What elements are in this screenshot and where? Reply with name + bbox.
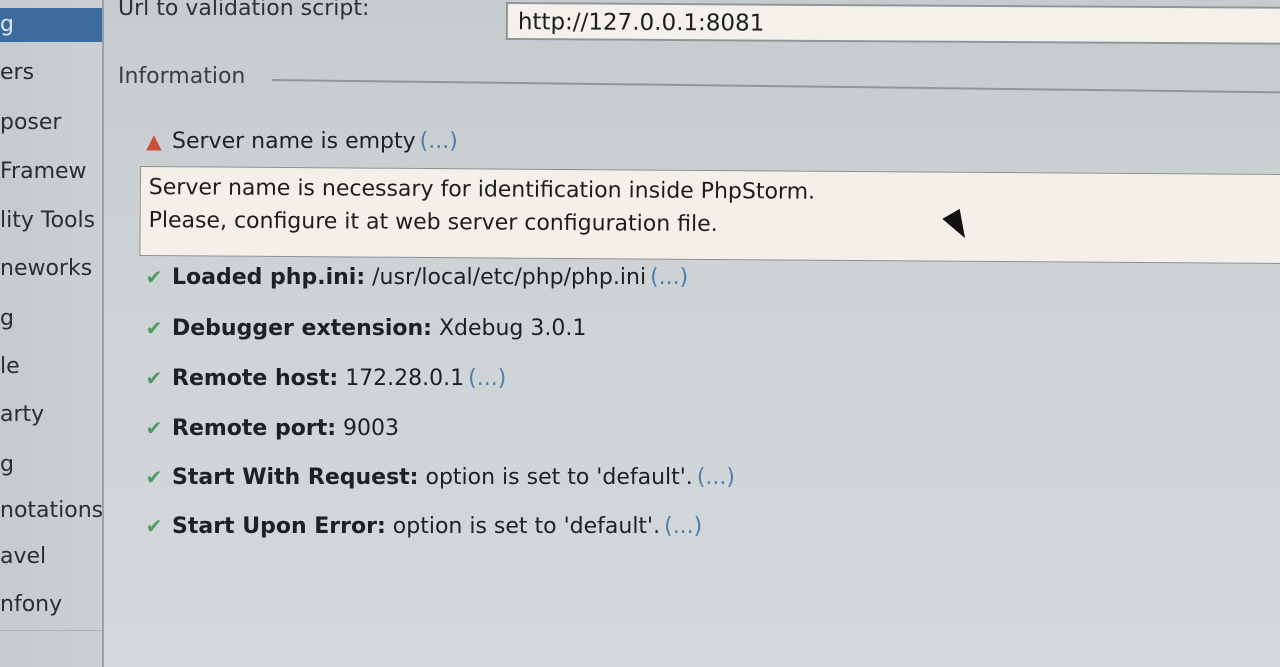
- details-link[interactable]: (...): [420, 129, 458, 154]
- tree-item[interactable]: g: [0, 302, 102, 336]
- tooltip: Server name is necessary for identificat…: [139, 166, 1280, 265]
- check-icon: ✔: [145, 316, 163, 340]
- check-icon: ✔: [145, 416, 163, 440]
- warning-row: ▲ Server name is empty (...): [142, 124, 458, 158]
- tree-item[interactable]: poser: [0, 106, 102, 140]
- settings-tree: g ers poser Framew lity Tools neworks g …: [0, 0, 104, 667]
- section-divider: [271, 79, 1280, 94]
- check-value: Xdebug 3.0.1: [438, 316, 587, 341]
- tree-item[interactable]: lity Tools: [0, 204, 102, 238]
- check-label: Loaded php.ini:: [172, 265, 366, 290]
- check-row-remote-port: ✔ Remote port: 9003: [142, 411, 399, 445]
- warning-text: Server name is empty: [172, 129, 416, 154]
- check-label: Debugger extension:: [172, 316, 432, 341]
- check-icon: ✔: [145, 465, 163, 489]
- tree-item[interactable]: nfony: [0, 588, 102, 622]
- server-validation-panel: Url to validation script: http://127.0.0…: [104, 0, 1280, 667]
- information-section-title: Information: [118, 64, 246, 89]
- tree-item-selected[interactable]: g: [0, 8, 102, 42]
- check-value: 172.28.0.1: [345, 366, 465, 391]
- tree-item[interactable]: notations: [0, 494, 102, 528]
- check-row-php-ini: ✔ Loaded php.ini: /usr/local/etc/php/php.…: [142, 260, 689, 294]
- check-value: option is set to 'default'.: [392, 514, 661, 539]
- check-label: Start With Request:: [172, 465, 419, 490]
- check-row-remote-host: ✔ Remote host: 172.28.0.1 (...): [142, 361, 507, 395]
- tooltip-line: Please, configure it at web server confi…: [148, 208, 718, 238]
- check-row-start-upon-error: ✔ Start Upon Error: option is set to 'def…: [142, 509, 703, 543]
- sidebar-separator: [0, 630, 102, 631]
- url-label: Url to validation script:: [118, 0, 370, 21]
- url-input[interactable]: http://127.0.0.1:8081: [505, 2, 1280, 45]
- check-row-start-with-request: ✔ Start With Request: option is set to 'd…: [142, 460, 735, 494]
- tree-item[interactable]: arty: [0, 398, 102, 432]
- check-icon: ✔: [145, 366, 163, 390]
- tree-item[interactable]: ers: [0, 56, 102, 90]
- check-icon: ✔: [145, 514, 163, 538]
- check-label: Remote port:: [172, 416, 337, 441]
- tree-item[interactable]: g: [0, 448, 102, 482]
- check-value: /usr/local/etc/php/php.ini: [372, 265, 647, 290]
- details-link[interactable]: (...): [650, 265, 688, 290]
- check-icon: ✔: [145, 265, 163, 289]
- check-label: Remote host:: [172, 366, 339, 391]
- warning-icon: ▲: [146, 129, 162, 153]
- tree-item[interactable]: le: [0, 350, 102, 384]
- check-label: Start Upon Error:: [172, 514, 386, 539]
- tree-item[interactable]: avel: [0, 540, 102, 574]
- check-row-debugger: ✔ Debugger extension: Xdebug 3.0.1: [142, 311, 587, 345]
- details-link[interactable]: (...): [697, 465, 735, 490]
- check-value: option is set to 'default'.: [425, 465, 693, 490]
- tree-item[interactable]: Framew: [0, 155, 102, 189]
- check-value: 9003: [343, 416, 400, 441]
- details-link[interactable]: (...): [468, 366, 506, 391]
- tree-item[interactable]: neworks: [0, 252, 102, 286]
- details-link[interactable]: (...): [664, 514, 702, 539]
